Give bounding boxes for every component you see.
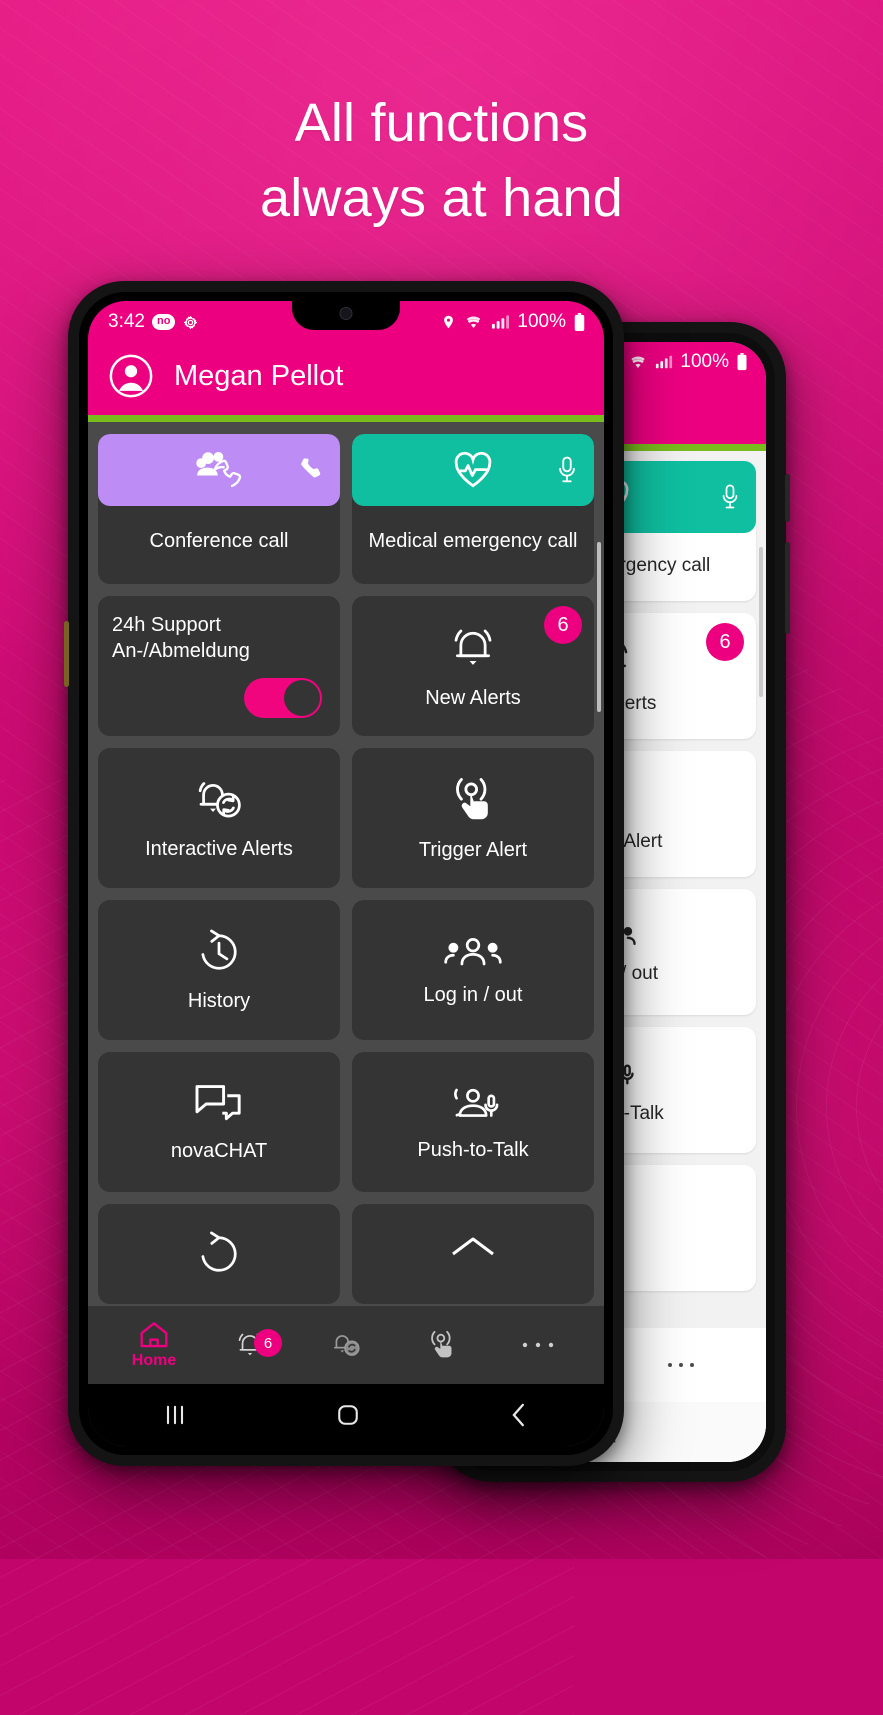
home-icon — [448, 1234, 498, 1274]
light-nav-item-more[interactable] — [611, 1360, 750, 1370]
phone-front-side-button[interactable] — [64, 621, 69, 687]
app-dark-theme: 3:42 no 100% Megan Pellot Conference cal… — [88, 301, 604, 1446]
banner-head-medical — [352, 434, 594, 506]
push-to-talk-icon — [445, 1083, 501, 1125]
bottom-nav-item-interactive-alerts[interactable] — [298, 1329, 394, 1361]
chat-bubbles-icon — [193, 1082, 245, 1126]
page-headline: All functions always at hand — [0, 86, 883, 235]
back-chevron-icon[interactable] — [507, 1401, 531, 1429]
card-partial-left[interactable] — [98, 1204, 340, 1304]
card-label: novaCHAT — [170, 1139, 268, 1162]
statusbar: 3:42 no 100% — [88, 301, 604, 343]
card-label: History — [187, 989, 251, 1012]
home-icon[interactable] — [138, 1320, 170, 1350]
battery-percent-label: 100% — [517, 311, 566, 332]
card-log-in-out[interactable]: Log in / out — [352, 900, 594, 1040]
bottom-nav-item-home[interactable]: Home — [106, 1320, 202, 1370]
light-scrollbar[interactable] — [759, 547, 763, 697]
bell-icon — [447, 623, 499, 673]
bottom-nav-item-more[interactable] — [490, 1340, 586, 1350]
card-label: 24h Support An-/Abmeldung — [112, 614, 250, 663]
card-novachat[interactable]: novaCHAT — [98, 1052, 340, 1192]
bottom-nav-item-new-alerts[interactable]: 6 — [202, 1329, 298, 1361]
card-label: Log in / out — [423, 983, 523, 1006]
card-history[interactable]: History — [98, 900, 340, 1040]
statusbar-time: 3:42 — [108, 311, 145, 332]
headline-line-1: All functions — [294, 93, 589, 153]
card-label: Trigger Alert — [418, 838, 528, 861]
battery-full-icon — [573, 312, 586, 332]
alert-count-badge: 6 — [544, 606, 582, 644]
card-label: Interactive Alerts — [145, 837, 293, 860]
more-horizontal-icon[interactable] — [666, 1360, 696, 1370]
page-title: Megan Pellot — [174, 359, 344, 392]
notification-chip: no — [151, 314, 176, 330]
card-trigger-alert[interactable]: Trigger Alert — [352, 748, 594, 888]
card-24h-support[interactable]: 24h Support An-/Abmeldung — [98, 596, 340, 736]
card-label: Medical emergency call — [368, 530, 578, 552]
card-partial-right[interactable] — [352, 1204, 594, 1304]
bell-sync-icon — [193, 776, 245, 824]
bottom-nav-label-home: Home — [131, 1352, 177, 1369]
bell-sync-icon[interactable] — [330, 1329, 362, 1361]
phone-icon[interactable] — [298, 456, 324, 484]
banner-head-conference — [98, 434, 340, 506]
wifi-icon — [628, 354, 648, 370]
history-clock-icon — [194, 1230, 244, 1278]
card-push-to-talk[interactable]: Push-to-Talk — [352, 1052, 594, 1192]
support-toggle-switch[interactable] — [244, 678, 322, 718]
card-conference-call[interactable]: Conference call — [98, 434, 340, 584]
microphone-icon[interactable] — [720, 483, 740, 511]
card-label: Conference call — [149, 530, 289, 552]
account-circle-icon[interactable] — [108, 353, 154, 399]
signal-bars-icon — [655, 354, 673, 370]
heart-pulse-icon — [449, 449, 497, 491]
gear-icon — [182, 314, 199, 331]
phone-front-bezel: 3:42 no 100% Megan Pellot Conference cal… — [79, 292, 613, 1455]
signal-bars-icon — [491, 314, 510, 330]
bottom-nav-item-trigger-alert[interactable] — [394, 1329, 490, 1361]
camera-notch — [292, 301, 400, 330]
recents-icon[interactable] — [161, 1402, 189, 1428]
card-label: New Alerts — [425, 686, 521, 709]
battery-percent-label: 100% — [680, 351, 729, 372]
content-scrollbar[interactable] — [597, 542, 601, 712]
card-new-alerts[interactable]: 6 New Alerts — [352, 596, 594, 736]
microphone-icon[interactable] — [556, 455, 578, 485]
phone-front-screen: 3:42 no 100% Megan Pellot Conference cal… — [88, 301, 604, 1446]
tap-alert-icon[interactable] — [426, 1329, 458, 1361]
card-label: Push-to-Talk — [417, 1138, 529, 1161]
people-group-icon — [444, 934, 502, 970]
battery-full-icon — [736, 353, 748, 371]
wifi-icon — [463, 314, 484, 330]
bottom-nav-badge: 6 — [254, 1329, 282, 1357]
appbar: Megan Pellot — [88, 343, 604, 415]
location-pin-icon — [441, 313, 456, 331]
phone-back-volume-button[interactable] — [785, 474, 790, 522]
green-divider — [88, 415, 604, 422]
headline-line-2: always at hand — [259, 167, 624, 228]
card-grid[interactable]: Conference call Medical emergency call 2… — [88, 422, 604, 1446]
toggle-knob — [284, 680, 320, 716]
light-alert-badge: 6 — [706, 623, 744, 661]
history-clock-icon — [194, 928, 244, 976]
phone-front-device: 3:42 no 100% Megan Pellot Conference cal… — [64, 281, 624, 1466]
bottom-nav[interactable]: Home 6 — [88, 1306, 604, 1384]
card-interactive-alerts[interactable]: Interactive Alerts — [98, 748, 340, 888]
conference-call-icon — [194, 449, 244, 491]
card-medical-emergency-call[interactable]: Medical emergency call — [352, 434, 594, 584]
home-square-icon[interactable] — [334, 1401, 362, 1429]
more-horizontal-icon[interactable] — [521, 1340, 555, 1350]
android-navbar[interactable] — [88, 1384, 604, 1446]
phone-back-power-button[interactable] — [785, 542, 790, 634]
tap-alert-icon — [447, 775, 499, 825]
